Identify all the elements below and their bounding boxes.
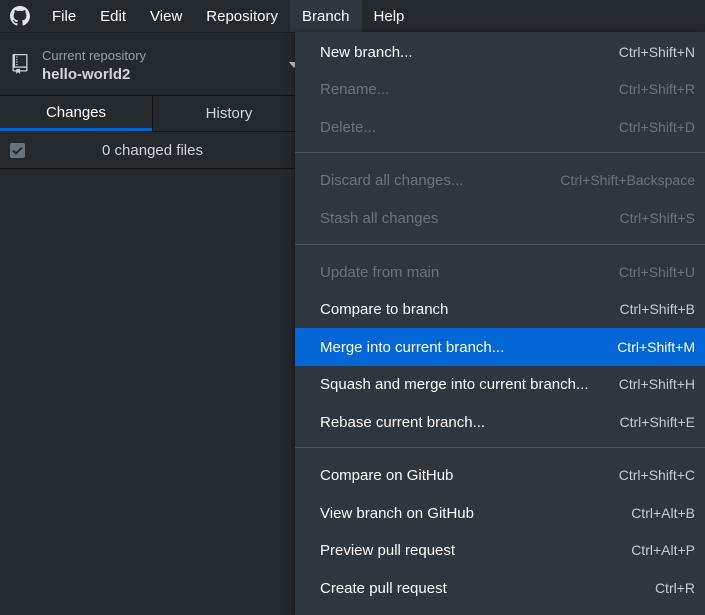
menu-repository[interactable]: Repository xyxy=(194,0,290,32)
menu-item-discard-all-changes[interactable]: Discard all changes... Ctrl+Shift+Backsp… xyxy=(295,161,705,199)
menu-item-shortcut: Ctrl+R xyxy=(654,580,695,596)
menu-item-compare-to-branch[interactable]: Compare to branch Ctrl+Shift+B xyxy=(295,290,705,328)
menu-item-label: Stash all changes xyxy=(320,209,439,227)
menu-item-label: Merge into current branch... xyxy=(320,338,505,356)
menu-item-shortcut: Ctrl+Shift+S xyxy=(619,210,695,226)
menu-item-merge-into-current-branch[interactable]: Merge into current branch... Ctrl+Shift+… xyxy=(295,328,705,366)
menu-separator xyxy=(295,244,705,245)
tab-history[interactable]: History xyxy=(152,96,305,131)
menu-separator xyxy=(295,447,705,448)
menu-item-shortcut: Ctrl+Shift+U xyxy=(618,264,695,280)
menu-item-label: Discard all changes... xyxy=(320,171,464,189)
menu-separator xyxy=(295,152,705,153)
menu-item-shortcut: Ctrl+Shift+Backspace xyxy=(560,172,695,188)
menu-file[interactable]: File xyxy=(40,0,88,32)
menu-item-squash-and-merge[interactable]: Squash and merge into current branch... … xyxy=(295,365,705,403)
menu-item-shortcut: Ctrl+Shift+C xyxy=(618,467,695,483)
tab-changes[interactable]: Changes xyxy=(0,96,152,131)
branch-menu-dropdown: New branch... Ctrl+Shift+N Rename... Ctr… xyxy=(295,32,705,615)
menu-item-shortcut: Ctrl+Shift+B xyxy=(619,301,695,317)
menu-item-label: Squash and merge into current branch... xyxy=(320,375,589,393)
menu-item-label: Rename... xyxy=(320,80,390,98)
menu-item-compare-on-github[interactable]: Compare on GitHub Ctrl+Shift+C xyxy=(295,456,705,494)
menu-item-label: Update from main xyxy=(320,263,440,281)
repo-icon xyxy=(12,54,28,74)
menu-item-shortcut: Ctrl+Shift+R xyxy=(618,81,695,97)
menu-item-label: Compare to branch xyxy=(320,300,449,318)
menu-item-shortcut: Ctrl+Shift+E xyxy=(619,414,695,430)
menu-item-rebase-current-branch[interactable]: Rebase current branch... Ctrl+Shift+E xyxy=(295,403,705,441)
menu-item-label: Rebase current branch... xyxy=(320,413,486,431)
menu-view[interactable]: View xyxy=(138,0,194,32)
current-repository-selector[interactable]: Current repository hello-world2 xyxy=(0,33,305,96)
menu-item-label: Create pull request xyxy=(320,579,447,597)
menu-item-label: New branch... xyxy=(320,43,413,61)
menu-bar: File Edit View Repository Branch Help xyxy=(0,0,705,32)
menu-item-delete[interactable]: Delete... Ctrl+Shift+D xyxy=(295,108,705,146)
menu-item-update-from-main[interactable]: Update from main Ctrl+Shift+U xyxy=(295,253,705,291)
menu-item-new-branch[interactable]: New branch... Ctrl+Shift+N xyxy=(295,33,705,71)
menu-item-shortcut: Ctrl+Shift+D xyxy=(618,119,695,135)
menu-item-shortcut: Ctrl+Shift+M xyxy=(617,339,695,355)
menu-item-shortcut: Ctrl+Shift+H xyxy=(618,376,695,392)
repository-caption: Current repository xyxy=(42,48,147,63)
menu-item-shortcut: Ctrl+Shift+N xyxy=(618,44,695,60)
menu-item-label: Compare on GitHub xyxy=(320,466,454,484)
menu-item-create-pull-request[interactable]: Create pull request Ctrl+R xyxy=(295,569,705,607)
github-octocat-icon[interactable] xyxy=(0,0,40,32)
menu-item-label: View branch on GitHub xyxy=(320,504,474,522)
menu-help[interactable]: Help xyxy=(362,0,417,32)
changes-list-header: 0 changed files xyxy=(0,132,305,169)
menu-item-label: Preview pull request xyxy=(320,541,456,559)
menu-item-stash-all-changes[interactable]: Stash all changes Ctrl+Shift+S xyxy=(295,199,705,237)
menu-item-preview-pull-request[interactable]: Preview pull request Ctrl+Alt+P xyxy=(295,531,705,569)
menu-edit[interactable]: Edit xyxy=(88,0,138,32)
repository-name: hello-world2 xyxy=(42,66,131,83)
menu-item-shortcut: Ctrl+Alt+B xyxy=(631,505,695,521)
menu-item-view-branch-on-github[interactable]: View branch on GitHub Ctrl+Alt+B xyxy=(295,494,705,532)
menu-item-rename[interactable]: Rename... Ctrl+Shift+R xyxy=(295,70,705,108)
changed-files-count: 0 changed files xyxy=(102,142,203,159)
menu-item-shortcut: Ctrl+Alt+P xyxy=(631,542,695,558)
menu-branch[interactable]: Branch xyxy=(289,0,362,32)
sidebar-tabs: Changes History xyxy=(0,96,305,132)
menu-item-label: Delete... xyxy=(320,118,376,136)
